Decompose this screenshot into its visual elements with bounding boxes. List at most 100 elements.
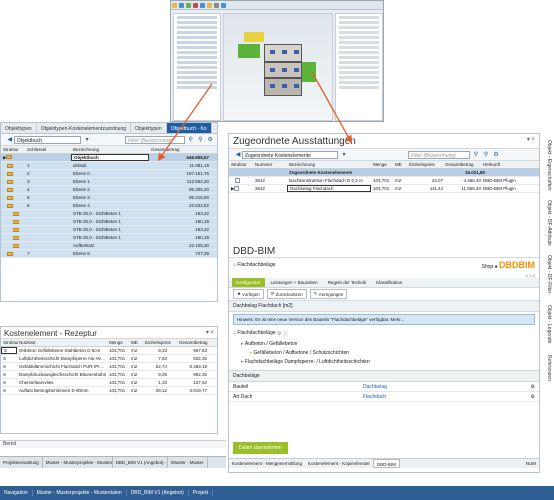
- anregungen-button[interactable]: ✎ Anregungen: [309, 289, 348, 299]
- home-icon[interactable]: ⌂: [233, 262, 236, 268]
- tree-item[interactable]: ● Gefällebeton / Aufbetone / Schutzschic…: [229, 348, 539, 357]
- col-me[interactable]: ME: [393, 162, 407, 167]
- col-gesamtbetrag[interactable]: Gesamtbetrag: [149, 147, 209, 152]
- nav-muster[interactable]: Muster - Musterprojekte - Musterdaten: [33, 490, 127, 496]
- table-row[interactable]: S Chemiefaservlies 103,701 m2 1,33 137,92: [1, 379, 217, 387]
- table-row[interactable]: ▶ Objektbuch 546.855,67: [1, 154, 217, 162]
- settings-icon[interactable]: ⚙: [206, 136, 214, 144]
- table-row[interactable]: STB 30.0 - Sichtbeton 1 183,42: [1, 210, 217, 218]
- doc-tab-dbd-bim[interactable]: DBD_BIM V1 (Angebot) - Dar: [113, 457, 168, 468]
- table-row[interactable]: S Gefälledämmschicht Flachdach PUR-/PIR-H…: [1, 363, 217, 371]
- table-row[interactable]: Aufbetsatz 22.105,30: [1, 242, 217, 250]
- field-bauteil[interactable]: Bauteil Dachbelag ⚙: [229, 382, 539, 392]
- col-menge[interactable]: Menge: [371, 162, 393, 167]
- close-icon[interactable]: ▾ ×: [527, 136, 535, 146]
- group-row[interactable]: Zugeordnete Kostenelemente 16.021,80: [229, 169, 539, 177]
- dropdown-icon[interactable]: ▾: [83, 136, 91, 144]
- table-row[interactable]: 7 Ebene 5 727,39: [1, 250, 217, 258]
- pin-icon[interactable]: ▾ ×: [206, 329, 214, 336]
- side-tab-eigenschaften[interactable]: Objekt - Eigenschaften: [542, 140, 552, 195]
- zoom-icon[interactable]: ⚲: [482, 151, 490, 159]
- col-einheitspreis[interactable]: Einheitspreis: [143, 340, 177, 345]
- tree-root[interactable]: ⌂ Flachdachbeläge ⚙ ⓘ: [229, 327, 539, 339]
- search-icon[interactable]: ⚲: [187, 136, 195, 144]
- doc-tab-muster-2[interactable]: \Muster - Muster: [168, 457, 208, 468]
- tab-kostenelementzuordnung[interactable]: Objekttypen-Kostenelementzuordnung: [37, 123, 132, 133]
- apply-data-button[interactable]: Daten übernehmen: [233, 442, 288, 454]
- col-nutztext[interactable]: Nutztext: [17, 340, 107, 345]
- table-row[interactable]: 3 Ebene 1 112.552,20: [1, 178, 217, 186]
- tree-options-icon[interactable]: ⚙ ⓘ: [277, 330, 288, 337]
- table-row[interactable]: ▶ 3632 Dachbelag Flachdach 103,701 m2 111,43 1…: [229, 185, 539, 193]
- col-menge[interactable]: Menge: [107, 340, 129, 345]
- table-row[interactable]: S Auflast Betongittersteinen D 80mm 103,70…: [1, 387, 217, 395]
- table-row[interactable]: 5 Ebene 3 95.218,60: [1, 194, 217, 202]
- menu-konfigurator[interactable]: Konfigurator: [232, 278, 265, 287]
- table-row[interactable]: STB 30.0 - Sichtbeton 1 180,19: [1, 218, 217, 226]
- kostenelemente-combo[interactable]: Zugeordnete Kostenelemente: [242, 150, 338, 159]
- zoom-icon[interactable]: ⚲: [197, 136, 205, 144]
- table-row[interactable]: STB 30.0 - Sichtbeton 1 180,19: [1, 234, 217, 242]
- col-bezeichnung[interactable]: Bezeichnung: [71, 147, 149, 152]
- user-icon[interactable]: ●: [495, 264, 498, 270]
- menu-leistungen[interactable]: Leistungen + Bauzeiten: [267, 278, 322, 287]
- tab-kopienfenster[interactable]: Kostenelement - Kopienfenster: [305, 459, 373, 468]
- col-struktur[interactable]: Struktur: [229, 162, 253, 167]
- filter-input[interactable]: Filter (Bezeichnung): [408, 150, 470, 159]
- col-einheitspreis[interactable]: Einheitspreis: [407, 162, 443, 167]
- col-me[interactable]: ME: [129, 340, 143, 345]
- thumbnail-left-pane: [173, 13, 221, 121]
- apply-area: Daten übernehmen: [233, 442, 288, 454]
- table-row[interactable]: 3612 Dachkonstruktion Flachdach D 0,2 m 10…: [229, 177, 539, 185]
- shop-link[interactable]: Shop: [482, 264, 494, 270]
- col-gesamtbetrag[interactable]: Gesamtbetrag: [443, 162, 481, 167]
- nav-projekt[interactable]: Projekt: [189, 490, 214, 496]
- table-row[interactable]: STB 30.0 - Sichtbeton 1 183,42: [1, 226, 217, 234]
- col-struktur[interactable]: Struktur: [1, 147, 25, 152]
- tab-mengenermittlung[interactable]: Kostenelement - Mengenermittlung: [229, 459, 305, 468]
- back-icon[interactable]: ◀: [234, 151, 242, 159]
- tree-item[interactable]: ▸ Aufbeton / Gefällebeton: [229, 339, 539, 348]
- search-icon[interactable]: ⚲: [472, 151, 480, 159]
- table-row[interactable]: S Ortbeton Gefällebeton Stahlbeton D 5cm 1…: [1, 347, 217, 355]
- back-icon[interactable]: ◀: [6, 136, 14, 144]
- nav-navigation[interactable]: Navigation: [0, 490, 33, 496]
- table-row[interactable]: 6 Ebene 4 22.632,52: [1, 202, 217, 210]
- rezeptur-title: Kostenelement - Rezeptur: [4, 329, 97, 338]
- col-struktur[interactable]: Struktur: [1, 340, 19, 345]
- tab-objekttypen[interactable]: Objekttypen: [1, 123, 37, 133]
- filter-input[interactable]: Filter (Bezeichnung): [125, 135, 185, 144]
- vorlegen-button[interactable]: ★ vorlegen: [233, 289, 264, 299]
- reset-button[interactable]: ⟳ Zurücksetzen: [266, 289, 307, 299]
- table-row[interactable]: 4 Ebene 2 95.306,20: [1, 186, 217, 194]
- side-tab-referenzen[interactable]: Referenzen: [542, 355, 552, 395]
- nav-dbd-bim[interactable]: DBD_BIM V1 (Angebot): [127, 490, 189, 496]
- settings-icon[interactable]: ⚙: [531, 384, 535, 390]
- side-tab-df-filter[interactable]: Objekt - DF-Filter: [542, 255, 552, 300]
- settings-icon[interactable]: ⚙: [531, 394, 535, 400]
- dropdown-icon[interactable]: ▾: [340, 151, 348, 159]
- table-row[interactable]: S Luftdichtheitsschicht Dampfsperre Alu-V…: [1, 355, 217, 363]
- field-art-dach[interactable]: Art Dach Flachdach ⚙: [229, 392, 539, 402]
- doc-tab-projektverwaltung[interactable]: Projektverwaltung: [0, 457, 43, 468]
- side-tab-legende[interactable]: Objekt - Legende: [542, 305, 552, 350]
- menu-klassifikation[interactable]: Klassifikation: [372, 278, 406, 287]
- col-gesamtbetrag[interactable]: Gesamtbetrag: [177, 340, 217, 345]
- objektbuch-combo[interactable]: Objektbuch: [13, 135, 82, 144]
- tab-objekttypen-2[interactable]: Objekttypen: [131, 123, 167, 133]
- table-row[interactable]: S Dampfdruckausgleichsschicht Bitumenbahn…: [1, 371, 217, 379]
- col-nummer[interactable]: Nummer: [253, 162, 287, 167]
- tab-dbd-bim[interactable]: DBD-BIM: [372, 459, 400, 468]
- col-bezeichnung[interactable]: Bezeichnung: [287, 162, 371, 167]
- update-info[interactable]: Hinweis: Es ist eine neue Version des Ba…: [233, 314, 535, 325]
- col-herkunft[interactable]: Herkunft: [481, 162, 521, 167]
- tab-objektbuch[interactable]: Objektbuch - Ko: [166, 123, 212, 133]
- table-row[interactable]: 2 Ebene 0 187.161,76: [1, 170, 217, 178]
- settings-icon[interactable]: ⚙: [492, 151, 500, 159]
- side-tab-df-attribute[interactable]: Objekt - DF-Attribute: [542, 200, 552, 250]
- menu-regeln[interactable]: Regeln der Technik: [324, 278, 370, 287]
- col-schluessel[interactable]: Schlüssel: [25, 147, 71, 152]
- table-row[interactable]: 1 default 11.081,19: [1, 162, 217, 170]
- doc-tab-muster[interactable]: Muster - Musterprojekte - Mustereinteilu…: [43, 457, 113, 468]
- tree-item[interactable]: ▸ Flachdachbeläge Dampfsperre- / Luftdic…: [229, 357, 539, 366]
